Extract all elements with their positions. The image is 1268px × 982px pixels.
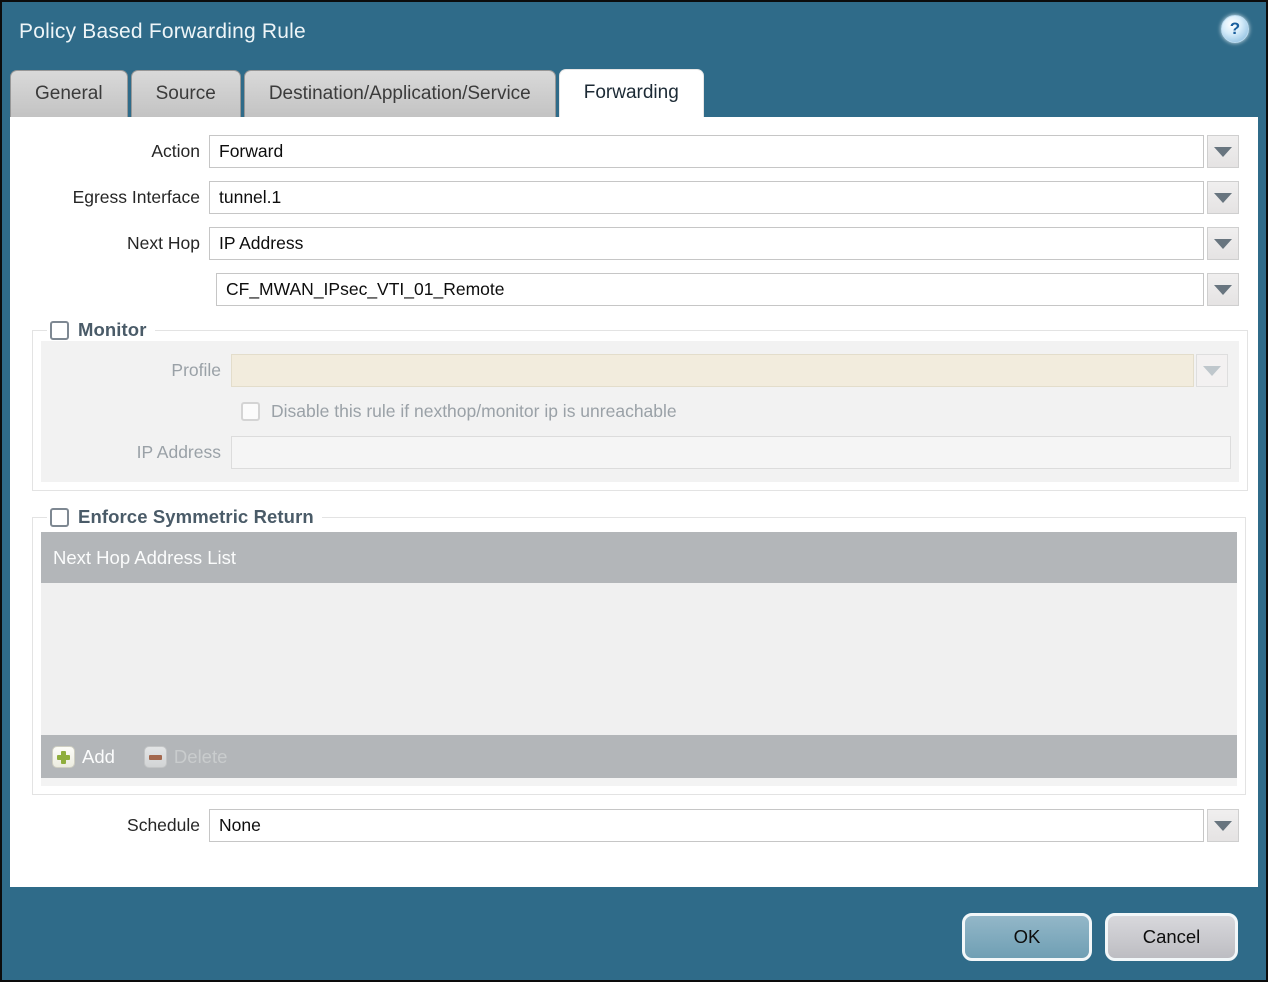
symmetric-return-legend-label: Enforce Symmetric Return	[78, 506, 314, 527]
profile-dropdown-button	[1196, 354, 1228, 387]
next-hop-address-select[interactable]: CF_MWAN_IPsec_VTI_01_Remote	[216, 273, 1204, 306]
disable-rule-label: Disable this rule if nexthop/monitor ip …	[271, 401, 677, 421]
add-button-label: Add	[82, 745, 115, 767]
add-button[interactable]: Add	[52, 745, 115, 768]
dialog-footer: OK Cancel	[2, 887, 1266, 961]
help-icon[interactable]: ?	[1221, 15, 1249, 43]
pbf-rule-dialog: Policy Based Forwarding Rule ? General S…	[0, 0, 1268, 982]
action-dropdown-button[interactable]	[1207, 135, 1239, 168]
egress-interface-label: Egress Interface	[72, 187, 200, 207]
chevron-down-icon	[1214, 192, 1232, 203]
schedule-row: Schedule None	[10, 809, 1258, 842]
symmetric-return-section: Enforce Symmetric Return Next Hop Addres…	[32, 506, 1246, 795]
table-body[interactable]	[41, 583, 1237, 735]
monitor-ip-input	[231, 436, 1231, 469]
delete-button: Delete	[143, 745, 228, 768]
ok-button[interactable]: OK	[962, 913, 1092, 961]
tab-destination-application-service[interactable]: Destination/Application/Service	[243, 70, 556, 117]
cancel-button[interactable]: Cancel	[1105, 913, 1238, 961]
dialog-title: Policy Based Forwarding Rule	[19, 20, 306, 43]
monitor-legend: Monitor	[47, 319, 155, 341]
profile-label: Profile	[171, 360, 221, 380]
titlebar: Policy Based Forwarding Rule ?	[2, 2, 1266, 64]
monitor-ip-label: IP Address	[136, 442, 221, 462]
disable-rule-checkbox	[241, 402, 260, 421]
table-bottom-strip	[41, 778, 1237, 786]
egress-interface-select[interactable]: tunnel.1	[209, 181, 1204, 214]
profile-row: Profile	[41, 354, 1231, 387]
tab-forwarding[interactable]: Forwarding	[558, 69, 704, 117]
symmetric-return-checkbox[interactable]	[50, 507, 69, 527]
plus-icon	[52, 745, 75, 768]
disable-rule-row: Disable this rule if nexthop/monitor ip …	[41, 401, 1231, 422]
next-hop-dropdown-button[interactable]	[1207, 227, 1239, 260]
symmetric-return-legend: Enforce Symmetric Return	[47, 506, 322, 528]
chevron-down-icon	[1214, 820, 1232, 831]
egress-interface-row: Egress Interface tunnel.1	[10, 181, 1258, 214]
monitor-inner: Profile Disable this rule if nexthop/mon…	[41, 341, 1239, 482]
monitor-checkbox[interactable]	[50, 320, 69, 340]
monitor-section: Monitor Profile Disable this rule if nex…	[32, 319, 1248, 491]
minus-icon	[143, 745, 167, 768]
table-toolbar: Add Delete	[41, 735, 1237, 778]
schedule-select[interactable]: None	[209, 809, 1204, 842]
chevron-down-icon	[1214, 284, 1232, 295]
egress-interface-dropdown-button[interactable]	[1207, 181, 1239, 214]
next-hop-row: Next Hop IP Address	[10, 227, 1258, 260]
next-hop-address-row: CF_MWAN_IPsec_VTI_01_Remote	[10, 273, 1258, 306]
forwarding-tab-panel: Action Forward Egress Interface tunnel.1…	[10, 117, 1258, 887]
chevron-down-icon	[1214, 238, 1232, 249]
profile-select	[231, 354, 1194, 387]
next-hop-address-dropdown-button[interactable]	[1207, 273, 1239, 306]
chevron-down-icon	[1214, 146, 1232, 157]
tab-bar: General Source Destination/Application/S…	[2, 64, 1266, 117]
schedule-dropdown-button[interactable]	[1207, 809, 1239, 842]
monitor-ip-row: IP Address	[41, 436, 1231, 469]
tab-general[interactable]: General	[10, 70, 128, 117]
next-hop-type-select[interactable]: IP Address	[209, 227, 1204, 260]
chevron-down-icon	[1203, 365, 1221, 376]
schedule-label: Schedule	[127, 815, 200, 835]
action-row: Action Forward	[10, 135, 1258, 168]
monitor-legend-label: Monitor	[78, 319, 147, 340]
table-header: Next Hop Address List	[41, 532, 1237, 583]
action-select[interactable]: Forward	[209, 135, 1204, 168]
delete-button-label: Delete	[173, 745, 228, 767]
next-hop-address-table: Next Hop Address List Add Delete	[41, 532, 1237, 786]
action-label: Action	[151, 141, 200, 161]
next-hop-label: Next Hop	[127, 233, 200, 253]
tab-source[interactable]: Source	[130, 70, 241, 117]
